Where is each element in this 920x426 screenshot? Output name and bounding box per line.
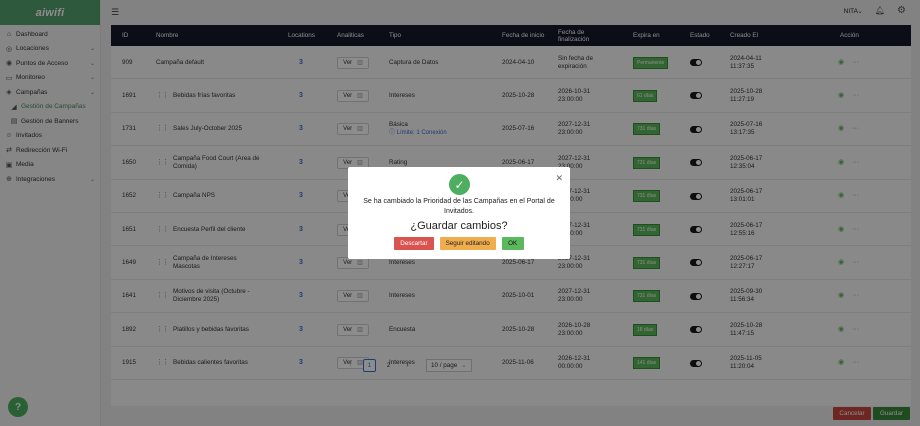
dialog-message: Se ha cambiado la Prioridad de las Campa…	[363, 198, 555, 215]
dialog-question: ¿Guardar cambios?	[410, 220, 508, 232]
keep-editing-button[interactable]: Seguir editando	[439, 237, 496, 250]
save-changes-dialog: ✕ ✓ Se ha cambiado la Prioridad de las C…	[348, 167, 570, 259]
check-circle-icon: ✓	[449, 174, 470, 195]
discard-button[interactable]: Descartar	[394, 237, 434, 250]
close-icon[interactable]: ✕	[555, 173, 563, 184]
dialog-actions: Descartar Seguir editando OK	[348, 237, 570, 250]
ok-button[interactable]: OK	[501, 237, 524, 250]
